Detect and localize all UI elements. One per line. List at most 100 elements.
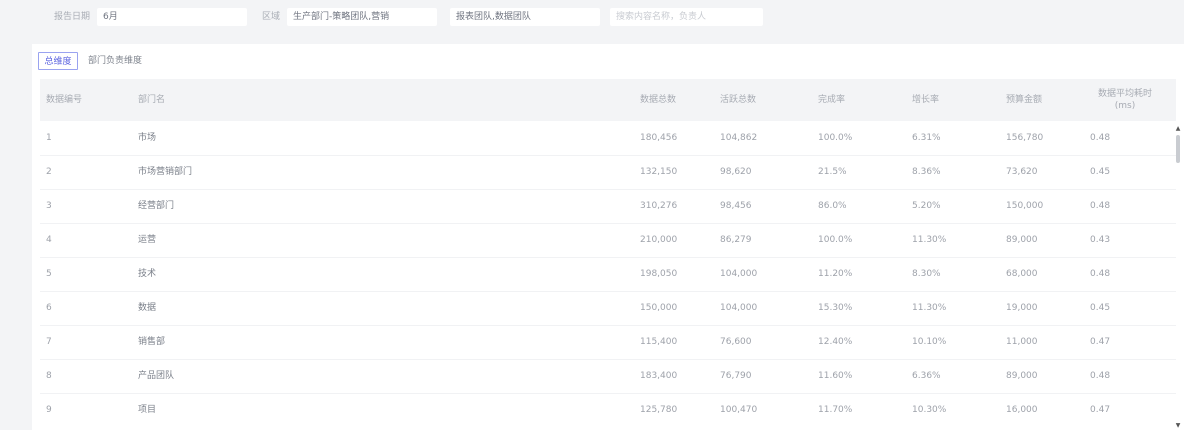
header-id: 数据编号 (46, 95, 83, 105)
table-header: 数据编号 部门名 数据总数 活跃总数 完成率 增长率 预算金额 数据平均耗时(m… (40, 79, 1176, 121)
cell-growth: 5.20% (912, 201, 941, 211)
cell-id: 2 (46, 167, 52, 177)
cell-name: 数据 (138, 303, 157, 313)
cell-growth: 11.30% (912, 303, 947, 313)
cell-active: 98,456 (720, 201, 752, 211)
cell-id: 6 (46, 303, 52, 313)
cell-completion: 100.0% (818, 235, 853, 245)
cell-avg-time: 0.43 (1090, 235, 1111, 245)
cell-avg-time: 0.48 (1090, 371, 1111, 381)
cell-active: 100,470 (720, 405, 758, 415)
cell-total: 150,000 (640, 303, 678, 313)
report-date-label: 报告日期 (54, 12, 91, 22)
table-row[interactable]: 6 数据 150,000 104,000 15.30% 11.30% 19,00… (40, 291, 1176, 326)
cell-budget: 11,000 (1006, 337, 1038, 347)
cell-id: 4 (46, 235, 52, 245)
cell-budget: 68,000 (1006, 269, 1038, 279)
cell-growth: 11.30% (912, 235, 947, 245)
cell-name: 技术 (138, 269, 157, 279)
table-body: 1 市场 180,456 104,862 100.0% 6.31% 156,78… (40, 121, 1176, 430)
tab-department[interactable]: 部门负责维度 (88, 52, 142, 70)
cell-active: 104,862 (720, 133, 758, 143)
cell-avg-time: 0.48 (1090, 201, 1111, 211)
cell-budget: 150,000 (1006, 201, 1044, 211)
cell-name: 运营 (138, 235, 157, 245)
vertical-scrollbar[interactable]: ▲ ▼ (1174, 125, 1182, 430)
header-avg-time: 数据平均耗时(ms) (1097, 89, 1152, 111)
cell-active: 86,279 (720, 235, 752, 245)
table-row[interactable]: 7 销售部 115,400 76,600 12.40% 10.10% 11,00… (40, 325, 1176, 360)
scroll-down-icon[interactable]: ▼ (1174, 422, 1182, 430)
cell-total: 183,400 (640, 371, 678, 381)
cell-name: 产品团队 (138, 371, 175, 381)
table-row[interactable]: 5 技术 198,050 104,000 11.20% 8.30% 68,000… (40, 257, 1176, 292)
cell-id: 1 (46, 133, 52, 143)
table-row[interactable]: 2 市场营销部门 132,150 98,620 21.5% 8.36% 73,6… (40, 155, 1176, 190)
cell-total: 125,780 (640, 405, 678, 415)
cell-active: 98,620 (720, 167, 752, 177)
cell-total: 310,276 (640, 201, 678, 211)
cell-growth: 8.30% (912, 269, 941, 279)
cell-completion: 21.5% (818, 167, 847, 177)
cell-name: 市场 (138, 133, 157, 143)
cell-avg-time: 0.45 (1090, 167, 1111, 177)
cell-avg-time: 0.48 (1090, 133, 1111, 143)
cell-budget: 156,780 (1006, 133, 1044, 143)
cell-name: 市场营销部门 (138, 167, 193, 177)
cell-avg-time: 0.47 (1090, 337, 1111, 347)
cell-growth: 10.10% (912, 337, 947, 347)
cell-id: 3 (46, 201, 52, 211)
filter-bar: 报告日期 6月 区域 生产部门-策略团队,营销 报表团队,数据团队 搜索内容名称… (0, 0, 1184, 38)
cell-id: 5 (46, 269, 52, 279)
cell-name: 项目 (138, 405, 157, 415)
cell-growth: 6.36% (912, 371, 941, 381)
table-row[interactable]: 3 经营部门 310,276 98,456 86.0% 5.20% 150,00… (40, 189, 1176, 224)
table-row[interactable]: 1 市场 180,456 104,862 100.0% 6.31% 156,78… (40, 121, 1176, 156)
table-row[interactable]: 9 项目 125,780 100,470 11.70% 10.30% 16,00… (40, 393, 1176, 427)
cell-name: 销售部 (138, 337, 166, 347)
scroll-thumb[interactable] (1176, 135, 1180, 163)
cell-growth: 8.36% (912, 167, 941, 177)
cell-total: 180,456 (640, 133, 678, 143)
cell-active: 104,000 (720, 303, 758, 313)
cell-budget: 16,000 (1006, 405, 1038, 415)
cell-completion: 100.0% (818, 133, 853, 143)
cell-total: 132,150 (640, 167, 678, 177)
header-active: 活跃总数 (720, 95, 757, 105)
header-budget: 预算金额 (1006, 95, 1043, 105)
cell-completion: 15.30% (818, 303, 853, 313)
team-select[interactable]: 报表团队,数据团队 (450, 8, 600, 26)
cell-budget: 19,000 (1006, 303, 1038, 313)
table-row[interactable]: 4 运营 210,000 86,279 100.0% 11.30% 89,000… (40, 223, 1176, 258)
search-input[interactable]: 搜索内容名称，负责人 (610, 8, 763, 26)
cell-completion: 11.20% (818, 269, 853, 279)
header-completion: 完成率 (818, 95, 846, 105)
region-select[interactable]: 生产部门-策略团队,营销 (287, 8, 437, 26)
cell-id: 8 (46, 371, 52, 381)
tab-overall[interactable]: 总维度 (38, 52, 78, 70)
cell-budget: 73,620 (1006, 167, 1038, 177)
cell-active: 76,600 (720, 337, 752, 347)
cell-id: 9 (46, 405, 52, 415)
cell-active: 104,000 (720, 269, 758, 279)
main-panel: 总维度 部门负责维度 数据编号 部门名 数据总数 活跃总数 完成率 增长率 预算… (32, 44, 1184, 430)
header-growth: 增长率 (912, 95, 940, 105)
cell-completion: 12.40% (818, 337, 853, 347)
cell-total: 210,000 (640, 235, 678, 245)
cell-active: 76,790 (720, 371, 752, 381)
header-name: 部门名 (138, 95, 166, 105)
header-total: 数据总数 (640, 95, 677, 105)
region-label: 区域 (262, 12, 281, 22)
cell-avg-time: 0.48 (1090, 269, 1111, 279)
cell-growth: 6.31% (912, 133, 941, 143)
scroll-up-icon[interactable]: ▲ (1174, 125, 1182, 133)
report-date-input[interactable]: 6月 (97, 8, 247, 26)
cell-budget: 89,000 (1006, 235, 1038, 245)
cell-budget: 89,000 (1006, 371, 1038, 381)
cell-avg-time: 0.45 (1090, 303, 1111, 313)
cell-id: 7 (46, 337, 52, 347)
cell-completion: 11.70% (818, 405, 853, 415)
cell-avg-time: 0.47 (1090, 405, 1111, 415)
cell-completion: 11.60% (818, 371, 853, 381)
table-row[interactable]: 8 产品团队 183,400 76,790 11.60% 6.36% 89,00… (40, 359, 1176, 394)
